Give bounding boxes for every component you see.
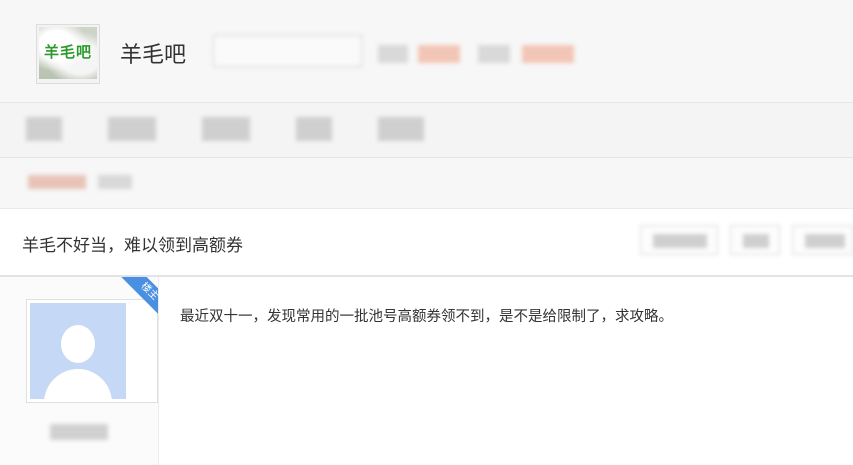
follow-button[interactable] <box>213 35 362 67</box>
nav-item[interactable] <box>108 117 156 141</box>
author-name[interactable] <box>50 424 108 440</box>
collect-button[interactable] <box>730 225 780 255</box>
nav-item[interactable] <box>202 117 250 141</box>
nav-item[interactable] <box>378 117 424 141</box>
forum-stat <box>522 45 574 63</box>
forum-stat <box>418 45 460 63</box>
forum-nav <box>0 103 853 158</box>
avatar-body <box>44 369 112 399</box>
avatar-head <box>61 325 95 363</box>
forum-stat <box>478 45 510 63</box>
original-poster-badge: 楼主 <box>96 277 158 339</box>
forum-name[interactable]: 羊毛吧 <box>120 37 186 69</box>
reply-button[interactable] <box>792 225 853 255</box>
nav-item[interactable] <box>26 117 62 141</box>
only-view-author-button[interactable] <box>640 225 718 255</box>
forum-header: 羊毛吧 羊毛吧 <box>0 0 853 103</box>
nav-item[interactable] <box>296 117 332 141</box>
post-title: 羊毛不好当，难以领到高额券 <box>22 236 243 256</box>
button-label <box>653 234 707 248</box>
post-title-bar: 羊毛不好当，难以领到高额券 <box>0 209 853 277</box>
post-content: 最近双十一，发现常用的一批池号高额券领不到，是不是给限制了，求攻略。 <box>180 309 673 325</box>
breadcrumb-link[interactable] <box>28 175 86 189</box>
badge-label: 楼主 <box>117 277 158 324</box>
button-label <box>805 234 845 248</box>
forum-stat <box>378 45 408 63</box>
button-label <box>743 234 769 248</box>
breadcrumb-link[interactable] <box>98 175 132 189</box>
forum-logo[interactable]: 羊毛吧 <box>36 24 100 84</box>
breadcrumb <box>0 158 853 209</box>
logo-text: 羊毛吧 <box>43 43 92 61</box>
